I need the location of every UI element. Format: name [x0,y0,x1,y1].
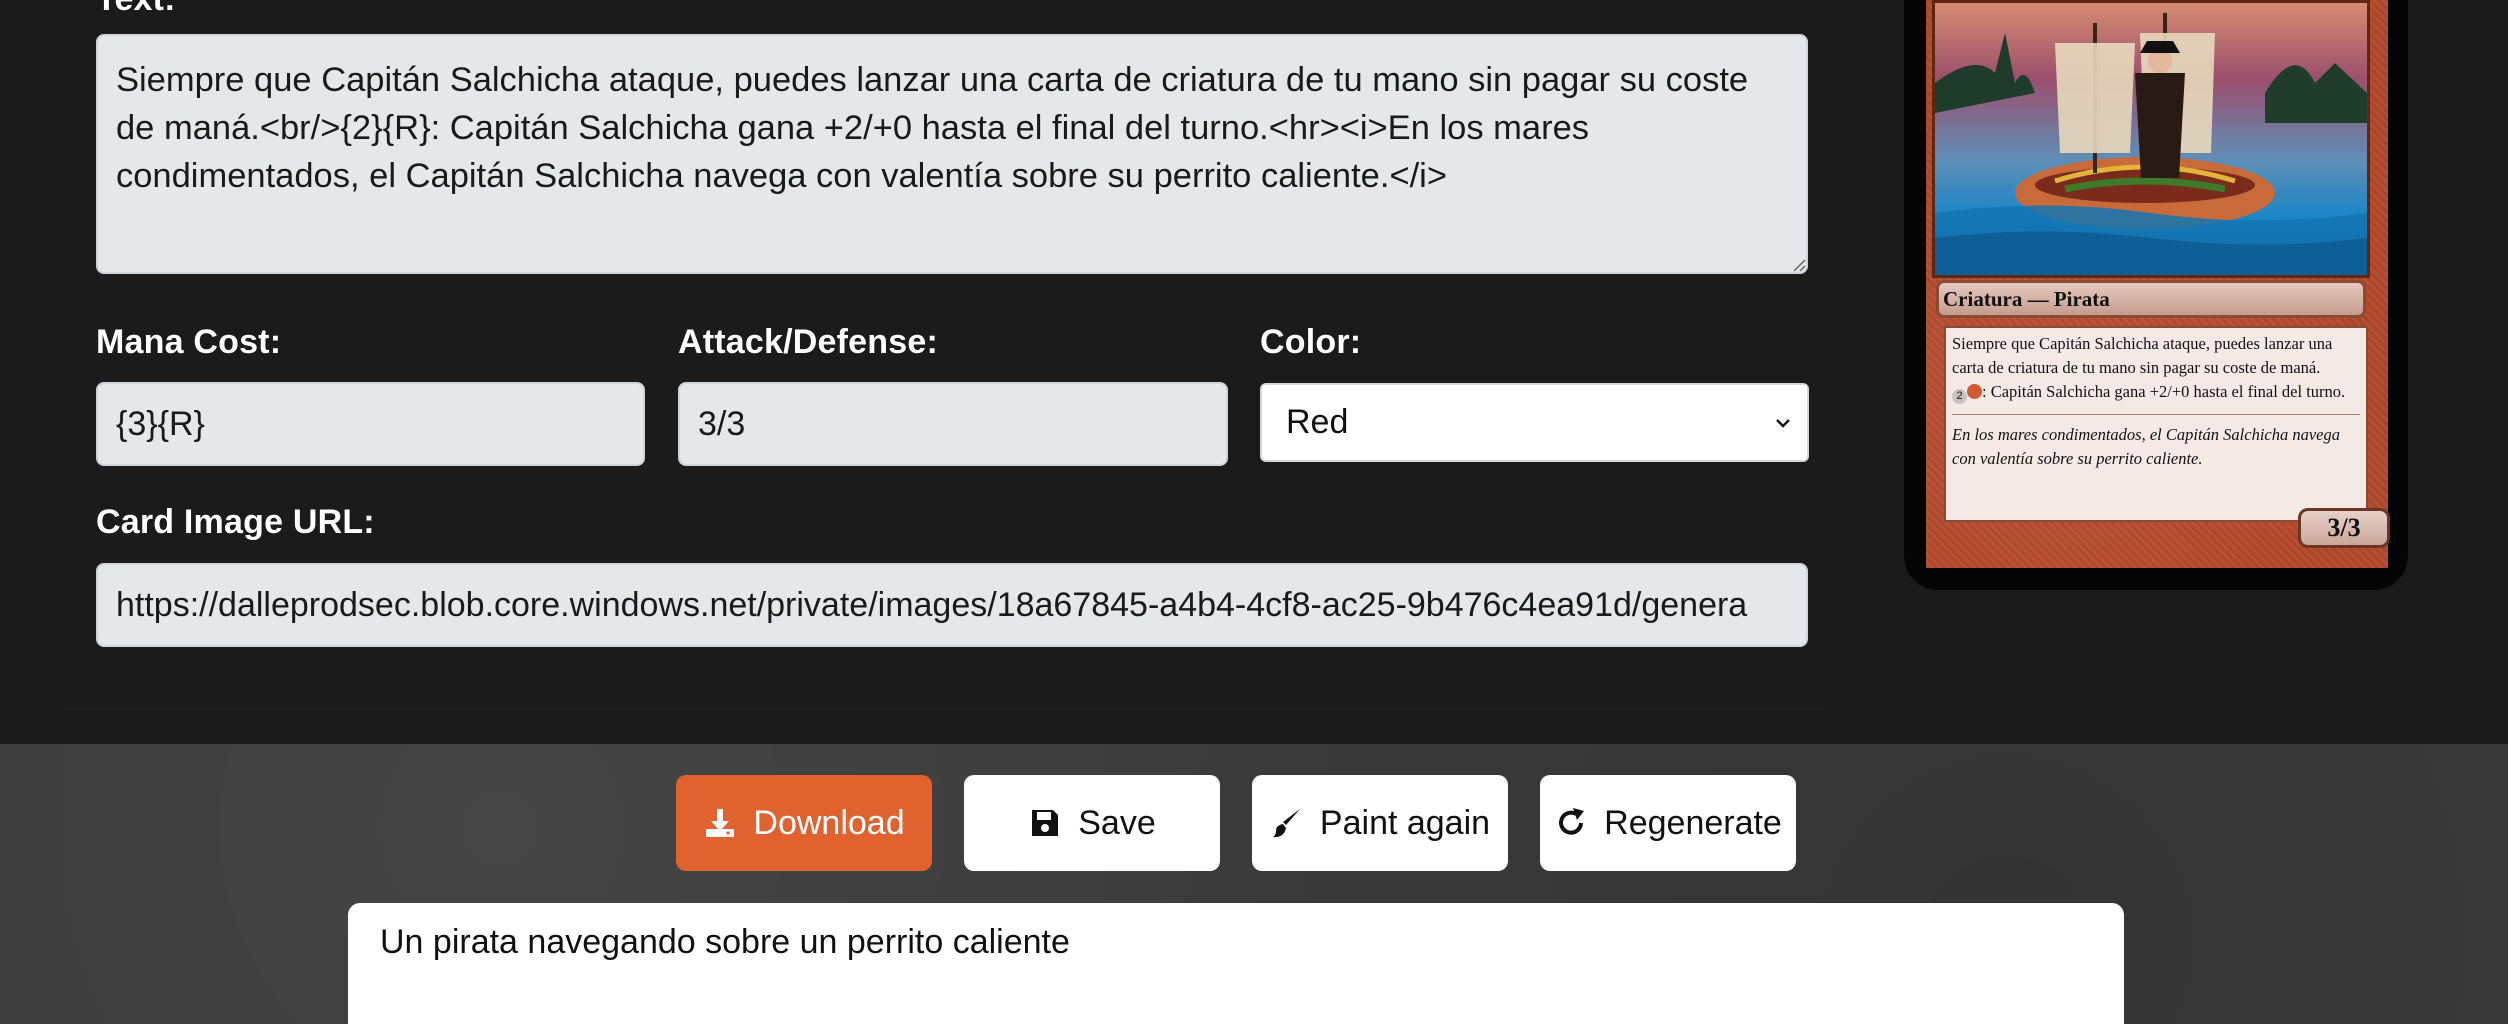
card-ability-line: 2 : Capitán Salchicha gana +2/+0 hasta el… [1952,380,2360,404]
attack-defense-label: Attack/Defense: [678,323,938,361]
mana-cost-label: Mana Cost: [96,323,282,361]
text-label: Text: [96,0,176,19]
paint-again-button-label: Paint again [1319,803,1491,842]
save-button[interactable]: Save [964,775,1220,871]
save-button-label: Save [1078,803,1156,842]
card-frame: Criatura — Pirata Siempre que Capitán Sa… [1926,0,2390,568]
card-ability-text: : Capitán Salchicha gana +2/+0 hasta el … [1982,382,2346,401]
chevron-down-icon [1776,419,1790,428]
card-type-line: Criatura — Pirata [1936,280,2366,318]
resize-grip-icon[interactable] [1790,256,1806,272]
card-flavor-text: En los mares condimentados, el Capitán S… [1952,425,2340,468]
card-power-toughness: 3/3 [2298,508,2390,548]
card-image-url-label: Card Image URL: [96,503,375,541]
generic-mana-icon: 2 [1952,389,1967,404]
color-select-value: Red [1286,403,1349,441]
card-preview: Criatura — Pirata Siempre que Capitán Sa… [1904,0,2408,590]
refresh-icon [1559,808,1585,835]
download-button-label: Download [753,803,905,842]
mana-cost-input[interactable]: {3}{R} [96,382,645,466]
actions-panel: Download Save Paint again Regenerate Un … [0,744,2508,1024]
card-editor-panel: Text: Siempre que Capitán Salchicha ataq… [0,0,2508,744]
card-image-url-input[interactable]: https://dalleprodsec.blob.core.windows.n… [96,563,1808,647]
card-art-illustration [1935,13,2367,275]
color-label: Color: [1260,323,1362,361]
download-icon [706,809,735,837]
paint-again-button[interactable]: Paint again [1252,775,1508,871]
card-art-image [1932,0,2370,278]
paintbrush-icon [1272,809,1300,838]
attack-defense-input[interactable]: 3/3 [678,382,1228,466]
regenerate-button[interactable]: Regenerate [1540,775,1796,871]
regenerate-button-label: Regenerate [1604,803,1782,842]
color-select[interactable]: Red [1260,383,1809,462]
floppy-disk-icon [1032,810,1059,836]
red-mana-icon [1967,384,1982,399]
card-text-textarea[interactable]: Siempre que Capitán Salchicha ataque, pu… [96,34,1808,274]
card-rules-textbox: Siempre que Capitán Salchicha ataque, pu… [1944,326,2368,522]
image-prompt-input[interactable]: Un pirata navegando sobre un perrito cal… [348,903,2124,1024]
card-text-divider [1952,414,2360,415]
card-rules-line: Siempre que Capitán Salchicha ataque, pu… [1952,334,2333,377]
download-button[interactable]: Download [676,775,932,871]
